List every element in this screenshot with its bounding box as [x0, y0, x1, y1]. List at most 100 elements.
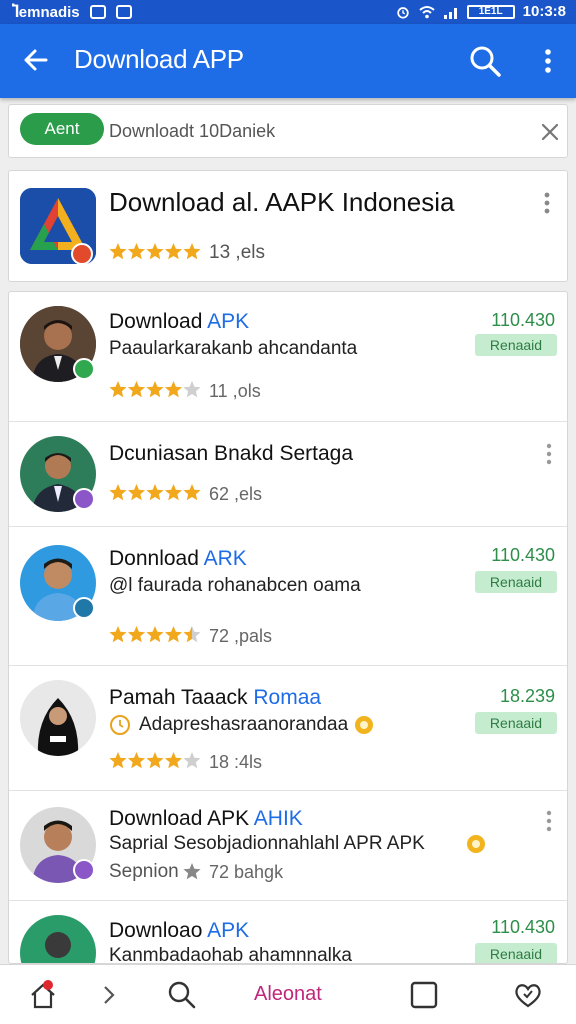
list-item[interactable]: Downloao APK Kanmbadaohab ahamnnalka 110…	[9, 901, 567, 964]
wifi-icon	[418, 5, 435, 18]
alarm-icon	[396, 6, 409, 19]
featured-app-name: Download al. AAPK Indonesia	[109, 187, 455, 217]
heart-icon[interactable]	[512, 979, 544, 1011]
star-icon	[109, 752, 127, 769]
list-item[interactable]: Download APK Paaularkarakanb ahcandanta …	[9, 292, 567, 422]
app-subtitle: Paaularkarakanb ahcandanta	[109, 338, 358, 359]
app-title: Downloao APK	[109, 919, 250, 942]
download-button[interactable]: Renaaid	[475, 943, 557, 963]
nav-label[interactable]: Aleonat	[254, 983, 322, 1006]
close-icon[interactable]	[537, 119, 563, 145]
star-icon	[146, 243, 164, 260]
coin-icon	[467, 835, 485, 853]
list-item[interactable]: Pamah Taaack Romaa Adapreshasraanorandaa…	[9, 666, 567, 791]
more-vertical-icon[interactable]	[541, 809, 557, 833]
rating-count: 13 ,els	[209, 242, 265, 263]
grid-notification-icon	[115, 5, 132, 19]
app-subtitle: Adapreshasraanorandaa	[139, 714, 349, 735]
star-icon	[109, 381, 127, 398]
star-icon	[183, 863, 201, 880]
download-count: 18.239	[499, 686, 555, 706]
star-icon	[183, 484, 201, 501]
search-icon[interactable]	[466, 42, 504, 80]
rating-stars	[109, 484, 201, 501]
bottom-navigation: Aleonat	[0, 964, 576, 1024]
star-icon	[183, 381, 201, 398]
avatar	[20, 915, 96, 963]
battery-icon: 1E1L	[466, 4, 515, 19]
rating-stars	[109, 752, 201, 769]
app-subtitle: Kanmbadaohab ahamnnalka	[109, 945, 352, 964]
download-button[interactable]: Renaaid	[475, 334, 557, 356]
clock-icon	[110, 715, 130, 735]
star-icon	[109, 243, 127, 260]
star-icon	[146, 752, 164, 769]
app-list: Download APK Paaularkarakanb ahcandanta …	[8, 291, 568, 964]
back-arrow-icon[interactable]	[18, 42, 54, 78]
star-icon	[109, 626, 127, 643]
avatar	[20, 680, 96, 756]
verified-badge-icon	[73, 859, 95, 881]
download-button[interactable]: Renaaid	[475, 712, 557, 734]
home-icon[interactable]	[28, 979, 58, 1011]
featured-app-card[interactable]: Download al. AAPK Indonesia 13 ,els	[8, 170, 568, 282]
app-title: Pamah Taaack Romaa	[109, 686, 322, 709]
app-subtitle: @l faurada rohanabcen oama	[109, 575, 361, 596]
chevron-right-icon[interactable]	[98, 979, 120, 1011]
star-icon	[164, 626, 183, 643]
star-icon	[164, 752, 183, 769]
signal-icon	[443, 7, 457, 19]
rating-count: 18 :4ls	[209, 752, 263, 772]
list-item[interactable]: Download APK AHIK Saprial Sesobjadionnah…	[9, 791, 567, 901]
filter-chip[interactable]: Aent	[20, 113, 104, 145]
rating-count: 62 ,els	[209, 484, 263, 504]
notification-icon	[89, 5, 106, 19]
download-count: 110.430	[491, 545, 555, 565]
app-bar: Download APP	[0, 24, 576, 98]
app-category: Sepnion	[109, 861, 179, 882]
app-title: Download APK	[109, 310, 250, 333]
rating-stars	[109, 381, 201, 398]
star-icon	[183, 752, 201, 769]
star-icon	[164, 484, 183, 501]
rating-count: 11 ,ols	[209, 381, 261, 401]
more-vertical-icon[interactable]	[541, 442, 557, 466]
list-item[interactable]: Donnload ARK @l faurada rohanabcen oama …	[9, 527, 567, 666]
star-icon	[127, 626, 146, 643]
search-filter-bar: Aent Downloadt 10Daniek	[8, 104, 568, 158]
star-icon	[127, 243, 146, 260]
list-item[interactable]: Dcuniasan Bnakd Sertaga 62 ,els	[9, 422, 567, 527]
verified-badge-icon	[71, 243, 93, 265]
app-title: Download APK AHIK	[109, 807, 303, 830]
star-icon	[127, 381, 146, 398]
rating-stars	[183, 863, 201, 880]
status-bar: Ⴈemnadis 1E1L 10:3:8	[0, 0, 576, 24]
more-vertical-icon[interactable]	[539, 191, 555, 215]
rating-count: 72 bahgk	[209, 862, 284, 882]
clock: 10:3:8	[522, 3, 566, 20]
download-button[interactable]: Renaaid	[475, 571, 557, 593]
search-query-text[interactable]: Downloadt 10Daniek	[109, 121, 275, 142]
star-icon	[127, 484, 146, 501]
page-title: Download APP	[74, 44, 244, 74]
star-icon	[183, 626, 201, 643]
app-subtitle: Saprial Sesobjadionnahlahl APR APK	[109, 833, 425, 854]
square-icon[interactable]	[408, 979, 440, 1011]
rating-stars	[109, 626, 201, 643]
carrier-label: Ⴈemnadis	[12, 4, 80, 21]
star-icon	[127, 752, 146, 769]
star-icon	[164, 243, 183, 260]
star-icon	[146, 381, 164, 398]
verified-badge-icon	[73, 358, 95, 380]
search-icon[interactable]	[166, 979, 198, 1011]
star-icon	[109, 484, 127, 501]
download-count: 110.430	[491, 917, 555, 937]
download-count: 110.430	[491, 310, 555, 330]
star-icon	[146, 484, 164, 501]
rating-count: 72 ,pals	[209, 626, 273, 646]
more-vertical-icon[interactable]	[536, 42, 560, 80]
star-icon	[164, 381, 183, 398]
verified-badge-icon	[73, 597, 95, 619]
star-icon	[183, 243, 201, 260]
star-icon	[146, 626, 164, 643]
